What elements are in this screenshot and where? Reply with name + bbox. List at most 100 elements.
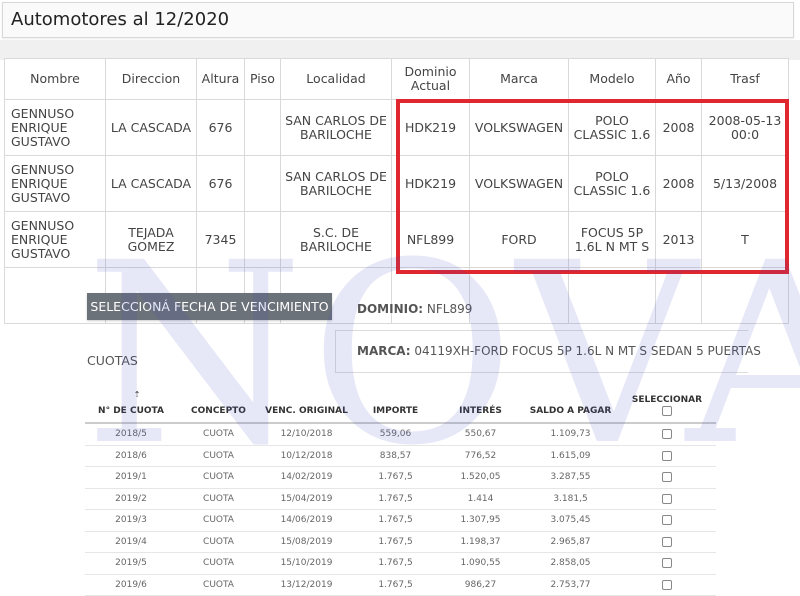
cell-concepto: CUOTA bbox=[177, 423, 260, 446]
cell-venc-original: 14/02/2019 bbox=[260, 466, 353, 489]
col-modelo[interactable]: Modelo bbox=[568, 58, 656, 100]
table-row: 2018/5 CUOTA 12/10/2018 559,06 550,67 1.109,7… bbox=[85, 423, 716, 446]
cell-concepto: CUOTA bbox=[177, 445, 260, 467]
cell-seleccionar bbox=[618, 552, 716, 575]
col-marca[interactable]: Marca bbox=[469, 58, 569, 100]
cell-interes: 1.307,95 bbox=[438, 509, 523, 532]
cell-importe: 1.767,5 bbox=[353, 574, 438, 596]
col-seleccionar: SELECCIONAR bbox=[618, 383, 716, 424]
cuotas-table: ⇡ N° DE CUOTA CONCEPTO VENC. ORIGINAL IMP… bbox=[85, 383, 716, 596]
row-checkbox[interactable] bbox=[662, 536, 672, 547]
cell-piso bbox=[244, 155, 281, 212]
cell-seleccionar bbox=[618, 509, 716, 532]
cell-interes: 986,27 bbox=[438, 574, 523, 596]
cell-nro-cuota: 2019/4 bbox=[85, 531, 177, 553]
cell-altura: 676 bbox=[196, 99, 245, 156]
col-trasf[interactable]: Trasf bbox=[701, 58, 789, 100]
cell-venc-original: 15/10/2019 bbox=[260, 552, 353, 575]
row-checkbox[interactable] bbox=[662, 515, 672, 525]
cell-importe: 1.767,5 bbox=[353, 466, 438, 489]
marca-label: MARCA: bbox=[357, 344, 411, 358]
cell-saldo: 3.075,45 bbox=[523, 509, 618, 532]
automotores-header-row: Nombre Direccion Altura Piso Localidad D… bbox=[4, 58, 789, 100]
cell-venc-original: 14/06/2019 bbox=[260, 509, 353, 532]
col-concepto[interactable]: CONCEPTO bbox=[177, 383, 260, 424]
divider bbox=[335, 330, 336, 373]
cell-seleccionar bbox=[618, 574, 716, 596]
cell-interes: 1.090,55 bbox=[438, 552, 523, 575]
cell-nombre: GENNUSO ENRIQUE GUSTAVO bbox=[4, 155, 106, 212]
cell-altura: 676 bbox=[196, 155, 245, 212]
divider bbox=[335, 330, 748, 331]
col-dominio-actual[interactable]: Dominio Actual bbox=[391, 58, 470, 100]
select-all-checkbox[interactable] bbox=[662, 406, 672, 416]
cell-empty bbox=[655, 267, 702, 324]
cell-saldo: 1.615,09 bbox=[523, 445, 618, 467]
row-checkbox[interactable] bbox=[662, 493, 672, 504]
row-checkbox[interactable] bbox=[662, 579, 672, 590]
cuotas-header-row: ⇡ N° DE CUOTA CONCEPTO VENC. ORIGINAL IMP… bbox=[85, 383, 716, 424]
cell-localidad: SAN CARLOS DE BARILOCHE bbox=[280, 99, 392, 156]
divider bbox=[335, 372, 748, 373]
col-nro-cuota[interactable]: ⇡ N° DE CUOTA bbox=[85, 383, 177, 424]
cell-nro-cuota: 2018/6 bbox=[85, 445, 177, 467]
col-altura[interactable]: Altura bbox=[196, 58, 245, 100]
cell-seleccionar bbox=[618, 445, 716, 467]
cell-interes: 1.198,37 bbox=[438, 531, 523, 553]
cell-altura: 7345 bbox=[196, 211, 245, 268]
col-saldo[interactable]: SALDO A PAGAR bbox=[523, 383, 618, 424]
highlight-box bbox=[396, 99, 789, 274]
cell-interes: 1.414 bbox=[438, 488, 523, 510]
col-seleccionar-label: SELECCIONAR bbox=[631, 395, 703, 405]
cell-seleccionar bbox=[618, 466, 716, 489]
select-expiry-date-button[interactable]: SELECCIONÁ FECHA DE VENCIMIENTO bbox=[87, 293, 332, 320]
dominio-label: DOMINIO: bbox=[357, 302, 424, 316]
table-row: 2019/6 CUOTA 13/12/2019 1.767,5 986,27 2.753,… bbox=[85, 574, 716, 596]
cell-concepto: CUOTA bbox=[177, 488, 260, 510]
row-checkbox[interactable] bbox=[662, 558, 672, 568]
cell-nro-cuota: 2019/6 bbox=[85, 574, 177, 596]
cell-saldo: 3.287,55 bbox=[523, 466, 618, 489]
col-importe[interactable]: IMPORTE bbox=[353, 383, 438, 424]
cell-importe: 1.767,5 bbox=[353, 509, 438, 532]
cell-localidad: SAN CARLOS DE BARILOCHE bbox=[280, 155, 392, 212]
col-venc-original[interactable]: VENC. ORIGINAL bbox=[260, 383, 353, 424]
cell-importe: 838,57 bbox=[353, 445, 438, 467]
dominio-info: DOMINIO: NFL899 bbox=[357, 302, 472, 316]
row-checkbox[interactable] bbox=[662, 429, 672, 439]
cell-concepto: CUOTA bbox=[177, 466, 260, 489]
cell-venc-original: 15/04/2019 bbox=[260, 488, 353, 510]
cell-saldo: 1.109,73 bbox=[523, 423, 618, 446]
cell-importe: 1.767,5 bbox=[353, 531, 438, 553]
cell-nro-cuota: 2019/3 bbox=[85, 509, 177, 532]
table-row: 2019/1 CUOTA 14/02/2019 1.767,5 1.520,05 3.28… bbox=[85, 466, 716, 489]
col-localidad[interactable]: Localidad bbox=[280, 58, 392, 100]
cell-concepto: CUOTA bbox=[177, 574, 260, 596]
col-interes[interactable]: INTERÉS bbox=[438, 383, 523, 424]
table-row: 2019/4 CUOTA 15/08/2019 1.767,5 1.198,37 2.96… bbox=[85, 531, 716, 553]
row-checkbox[interactable] bbox=[662, 472, 672, 482]
cell-saldo: 3.181,5 bbox=[523, 488, 618, 510]
cell-importe: 1.767,5 bbox=[353, 488, 438, 510]
sort-icon[interactable]: ⇡ bbox=[134, 390, 141, 399]
cell-direccion: LA CASCADA bbox=[105, 99, 197, 156]
col-piso[interactable]: Piso bbox=[244, 58, 281, 100]
cell-seleccionar bbox=[618, 488, 716, 510]
cell-venc-original: 12/10/2018 bbox=[260, 423, 353, 446]
cell-venc-original: 13/12/2019 bbox=[260, 574, 353, 596]
table-row: 2018/6 CUOTA 10/12/2018 838,57 776,52 1.615,0… bbox=[85, 445, 716, 467]
col-direccion[interactable]: Direccion bbox=[105, 58, 197, 100]
row-checkbox[interactable] bbox=[662, 450, 672, 461]
cell-interes: 1.520,05 bbox=[438, 466, 523, 489]
cell-saldo: 2.965,87 bbox=[523, 531, 618, 553]
col-nombre[interactable]: Nombre bbox=[4, 58, 106, 100]
cell-piso bbox=[244, 99, 281, 156]
cell-empty bbox=[568, 267, 656, 324]
cell-empty bbox=[701, 267, 789, 324]
col-nro-cuota-label: N° DE CUOTA bbox=[98, 406, 164, 416]
cell-seleccionar bbox=[618, 531, 716, 553]
cell-nro-cuota: 2018/5 bbox=[85, 423, 177, 446]
table-row: 2019/2 CUOTA 15/04/2019 1.767,5 1.414 3.181,5 bbox=[85, 488, 716, 510]
cell-nro-cuota: 2019/2 bbox=[85, 488, 177, 510]
col-anio[interactable]: Año bbox=[655, 58, 702, 100]
